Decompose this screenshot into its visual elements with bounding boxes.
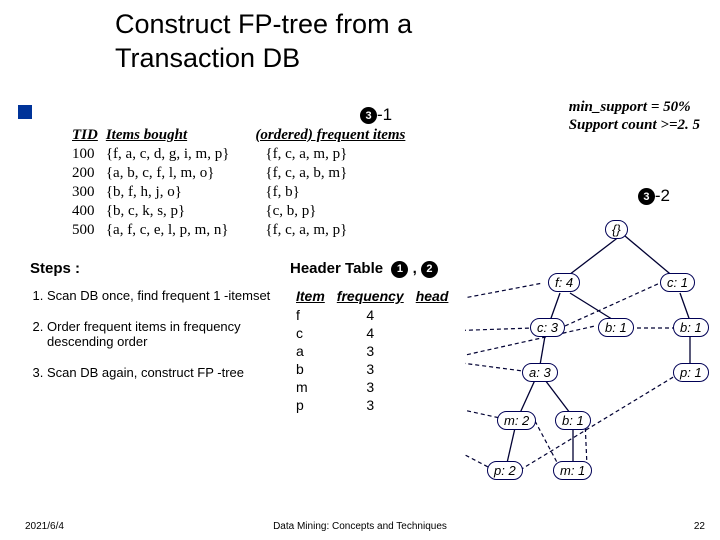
slide-title: Construct FP-tree from a Transaction DB (115, 8, 412, 76)
transaction-table: TID Items bought (ordered) frequent item… (72, 127, 413, 241)
footer-page: 22 (694, 521, 705, 532)
fp-tree: {} f: 4 c: 1 c: 3 b: 1 b: 1 a: 3 p: 1 m:… (465, 218, 715, 508)
header-table: Item frequency head f4 c4 a3 b3 m3 p3 (290, 288, 454, 414)
steps-heading: Steps : (30, 260, 80, 277)
node-p2: p: 2 (487, 461, 523, 480)
node-m2: m: 2 (497, 411, 536, 430)
node-m1: m: 1 (553, 461, 592, 480)
footer-center: Data Mining: Concepts and Techniques (0, 521, 720, 532)
node-b1a: b: 1 (598, 318, 634, 337)
header-table-heading: Header Table 1 , 2 (290, 260, 438, 278)
marker-3-1: 3-1 (360, 105, 392, 125)
node-root: {} (605, 220, 628, 239)
min-support-note: min_support = 50% Support count >=2. 5 (569, 98, 700, 134)
node-a3: a: 3 (522, 363, 558, 382)
node-p1: p: 1 (673, 363, 709, 382)
marker-3-2: 3-2 (638, 186, 670, 206)
node-c1: c: 1 (660, 273, 695, 292)
node-f4: f: 4 (548, 273, 580, 292)
node-c3: c: 3 (530, 318, 565, 337)
node-b1b: b: 1 (673, 318, 709, 337)
accent-square-icon (18, 105, 32, 119)
steps-list: Scan DB once, find frequent 1 -itemset O… (25, 288, 285, 396)
node-b1c: b: 1 (555, 411, 591, 430)
